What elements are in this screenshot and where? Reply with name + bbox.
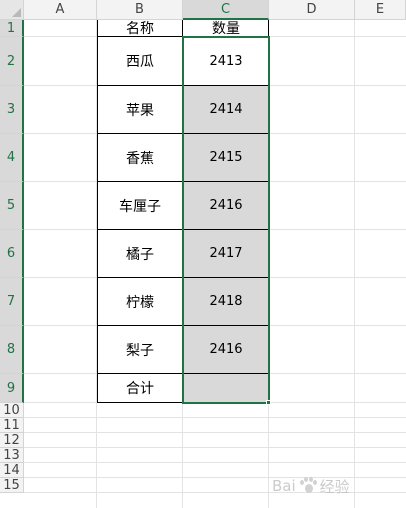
spreadsheet[interactable]: ABCDE 1 2 3 4 5 6 7 8 9 10 11 12 13 14 15 名称 数量 西瓜 2413 苹果… <box>0 0 406 508</box>
row-header-6[interactable]: 6 <box>0 230 24 278</box>
row-header-14[interactable]: 14 <box>0 463 24 478</box>
row-header-5[interactable]: 5 <box>0 182 24 230</box>
cell-name[interactable]: 梨子 <box>97 326 183 374</box>
cell-b1-header-name[interactable]: 名称 <box>97 20 183 37</box>
cell-name[interactable]: 橘子 <box>97 230 183 278</box>
row-header-11[interactable]: 11 <box>0 418 24 433</box>
row-header-2[interactable]: 2 <box>0 37 24 86</box>
row-header-9[interactable]: 9 <box>0 374 24 403</box>
column-header-d[interactable]: D <box>269 0 355 20</box>
baidu-paw-icon <box>299 477 317 495</box>
gridline-vertical <box>354 20 355 508</box>
row-header-8[interactable]: 8 <box>0 326 24 374</box>
gridline-horizontal <box>24 462 406 463</box>
cell-name[interactable]: 西瓜 <box>97 37 183 86</box>
cell-name[interactable]: 苹果 <box>97 86 183 134</box>
row-header-10[interactable]: 10 <box>0 403 24 418</box>
watermark-text-right: 经验 <box>319 477 350 496</box>
cell-name[interactable]: 车厘子 <box>97 182 183 230</box>
column-header-a[interactable]: A <box>24 0 97 20</box>
row-header-4[interactable]: 4 <box>0 134 24 182</box>
gridline-horizontal <box>24 447 406 448</box>
selection-range-border <box>182 36 270 404</box>
row-header-13[interactable]: 13 <box>0 448 24 463</box>
watermark: Bai 经验 <box>272 470 402 502</box>
watermark-text-left: Bai <box>272 477 296 495</box>
column-header-b[interactable]: B <box>97 0 183 20</box>
column-header-e[interactable]: E <box>355 0 406 20</box>
cell-name[interactable]: 柠檬 <box>97 278 183 326</box>
cell-name[interactable]: 香蕉 <box>97 134 183 182</box>
select-all-corner[interactable] <box>0 0 24 20</box>
row-header-3[interactable]: 3 <box>0 86 24 134</box>
table-border <box>97 20 98 403</box>
fill-handle[interactable] <box>266 400 271 405</box>
cell-total-label[interactable]: 合计 <box>97 374 183 403</box>
select-all-triangle-icon <box>12 8 21 17</box>
row-header-15[interactable]: 15 <box>0 478 24 493</box>
cell-c1-header-qty[interactable]: 数量 <box>183 20 269 37</box>
row-header-12[interactable]: 12 <box>0 433 24 448</box>
row-header-7[interactable]: 7 <box>0 278 24 326</box>
column-header-c[interactable]: C <box>183 0 269 20</box>
gridline-horizontal <box>24 432 406 433</box>
row-header-1[interactable]: 1 <box>0 20 24 37</box>
gridline-horizontal <box>24 417 406 418</box>
